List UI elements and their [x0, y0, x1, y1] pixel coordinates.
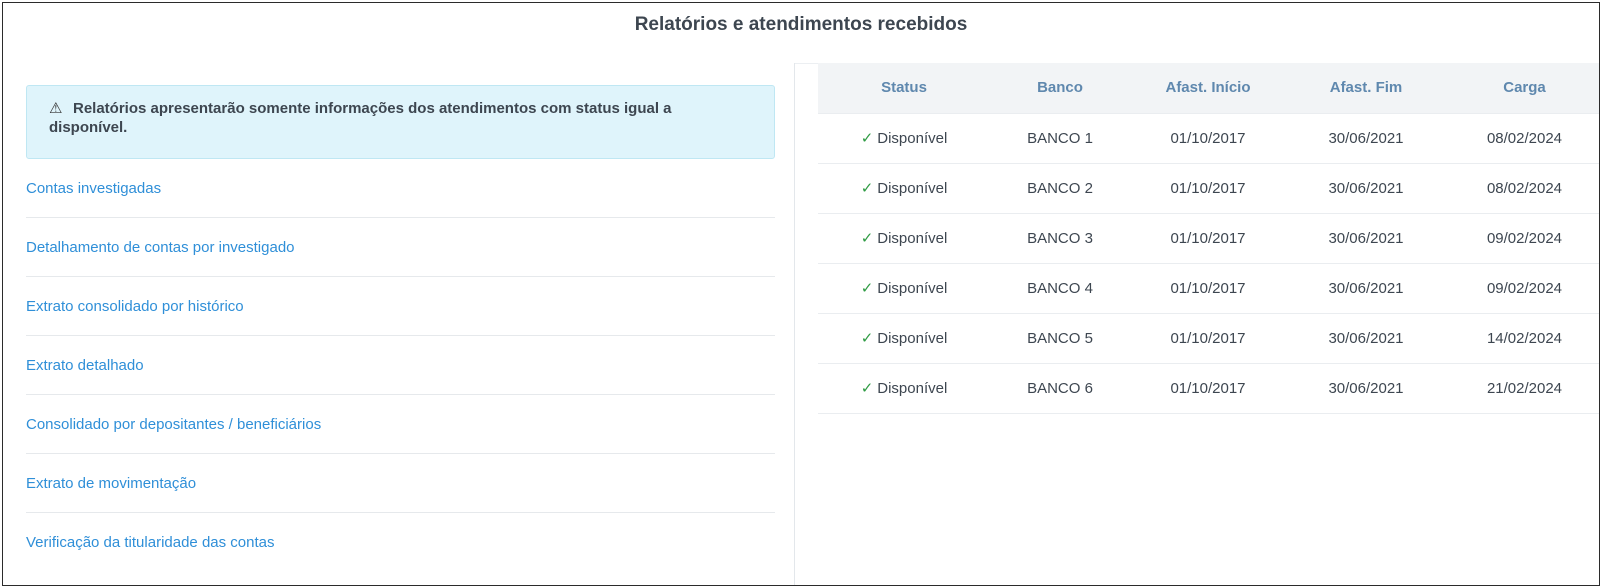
attendances-table-container: Status Banco Afast. Início Afast. Fim Ca…: [818, 63, 1599, 414]
table-row[interactable]: ✓ Disponível BANCO 2 01/10/2017 30/06/202…: [818, 163, 1599, 213]
status-text: Disponível: [877, 130, 948, 147]
checkmark-icon: ✓: [860, 330, 874, 347]
column-header-status[interactable]: Status: [818, 63, 990, 113]
status-text: Disponível: [877, 380, 948, 397]
page-title: Relatórios e atendimentos recebidos: [634, 14, 968, 35]
fim-cell: 30/06/2021: [1328, 279, 1404, 297]
inicio-cell: 01/10/2017: [1170, 179, 1246, 197]
list-item: Contas investigadas: [26, 159, 775, 218]
status-cell: ✓ Disponível: [818, 112, 990, 163]
status-cell: ✓ Disponível: [818, 263, 990, 313]
inicio-cell: 01/10/2017: [1170, 229, 1246, 247]
column-header-afast-inicio[interactable]: Afast. Início: [1130, 63, 1286, 113]
reports-panel: Relatórios e atendimentos recebidos ⚠ Rel…: [2, 2, 1600, 586]
carga-cell: 09/02/2024: [1486, 279, 1563, 297]
column-header-afast-fim[interactable]: Afast. Fim: [1286, 63, 1446, 113]
banco-cell: BANCO 4: [1027, 279, 1093, 297]
fim-cell: 30/06/2021: [1328, 229, 1404, 247]
fim-cell: 30/06/2021: [1328, 329, 1404, 347]
list-item: Verificação da titularidade das contas: [26, 513, 775, 572]
table-row[interactable]: ✓ Disponível BANCO 4 01/10/2017 30/06/202…: [818, 263, 1599, 313]
carga-cell: 21/02/2024: [1486, 379, 1563, 397]
table-row[interactable]: ✓ Disponível BANCO 5 01/10/2017 30/06/202…: [818, 313, 1599, 363]
inicio-cell: 01/10/2017: [1170, 329, 1246, 347]
report-list: Contas investigadas Detalhamento de cont…: [26, 159, 775, 572]
report-link-consolidado-depositantes[interactable]: Consolidado por depositantes / beneficiá…: [26, 416, 321, 433]
fim-cell: 30/06/2021: [1328, 379, 1404, 397]
report-link-extrato-detalhado[interactable]: Extrato detalhado: [26, 357, 144, 374]
alert-text: Relatórios apresentarão somente informaç…: [49, 100, 672, 136]
status-cell: ✓ Disponível: [818, 163, 990, 213]
inicio-cell: 01/10/2017: [1170, 279, 1246, 297]
report-link-extrato-movimentacao[interactable]: Extrato de movimentação: [26, 475, 196, 492]
reports-list-panel: ⚠ Relatórios apresentarão somente informa…: [3, 63, 795, 585]
status-text: Disponível: [877, 180, 948, 197]
carga-cell: 09/02/2024: [1486, 229, 1563, 247]
checkmark-icon: ✓: [860, 280, 874, 297]
banco-cell: BANCO 3: [1027, 229, 1093, 247]
status-text: Disponível: [877, 230, 948, 247]
warning-triangle-icon: ⚠: [49, 100, 63, 117]
inicio-cell: 01/10/2017: [1130, 112, 1286, 163]
banco-cell: BANCO 6: [1027, 379, 1093, 397]
list-item: Extrato detalhado: [26, 336, 775, 395]
attendances-table: Status Banco Afast. Início Afast. Fim Ca…: [818, 63, 1599, 414]
fim-cell: 30/06/2021: [1328, 179, 1404, 197]
banco-cell: BANCO 2: [1027, 179, 1093, 197]
report-link-contas-investigadas[interactable]: Contas investigadas: [26, 180, 161, 197]
list-item: Extrato consolidado por histórico: [26, 277, 775, 336]
status-cell: ✓ Disponível: [818, 213, 990, 263]
carga-cell: 08/02/2024: [1486, 179, 1563, 197]
table-row[interactable]: ✓ Disponível BANCO 6 01/10/2017 30/06/202…: [818, 363, 1599, 413]
report-link-extrato-consolidado[interactable]: Extrato consolidado por histórico: [26, 298, 244, 315]
checkmark-icon: ✓: [860, 180, 874, 197]
status-text: Disponível: [877, 330, 948, 347]
banco-cell: BANCO 1: [990, 112, 1130, 163]
report-link-verificacao-titularidade[interactable]: Verificação da titularidade das contas: [26, 534, 275, 551]
status-cell: ✓ Disponível: [818, 363, 990, 413]
column-header-banco[interactable]: Banco: [990, 63, 1130, 113]
checkmark-icon: ✓: [860, 130, 874, 147]
carga-cell: 14/02/2024: [1486, 329, 1563, 347]
report-link-detalhamento-contas[interactable]: Detalhamento de contas por investigado: [26, 239, 295, 256]
checkmark-icon: ✓: [860, 230, 874, 247]
status-cell: ✓ Disponível: [818, 313, 990, 363]
table-row[interactable]: ✓ Disponível BANCO 3 01/10/2017 30/06/202…: [818, 213, 1599, 263]
info-alert: ⚠ Relatórios apresentarão somente informa…: [26, 85, 775, 159]
inicio-cell: 01/10/2017: [1170, 379, 1246, 397]
carga-cell: 08/02/2024: [1446, 112, 1599, 163]
fim-cell: 30/06/2021: [1286, 112, 1446, 163]
status-text: Disponível: [877, 280, 948, 297]
banco-cell: BANCO 5: [1027, 329, 1093, 347]
column-header-carga[interactable]: Carga: [1446, 63, 1599, 113]
checkmark-icon: ✓: [860, 380, 874, 397]
table-header-row: Status Banco Afast. Início Afast. Fim Ca…: [818, 63, 1599, 113]
list-item: Extrato de movimentação: [26, 454, 775, 513]
table-row[interactable]: ✓ Disponível BANCO 1 01/10/2017 30/06/202…: [818, 112, 1599, 163]
list-item: Consolidado por depositantes / beneficiá…: [26, 395, 775, 454]
list-item: Detalhamento de contas por investigado: [26, 218, 775, 277]
